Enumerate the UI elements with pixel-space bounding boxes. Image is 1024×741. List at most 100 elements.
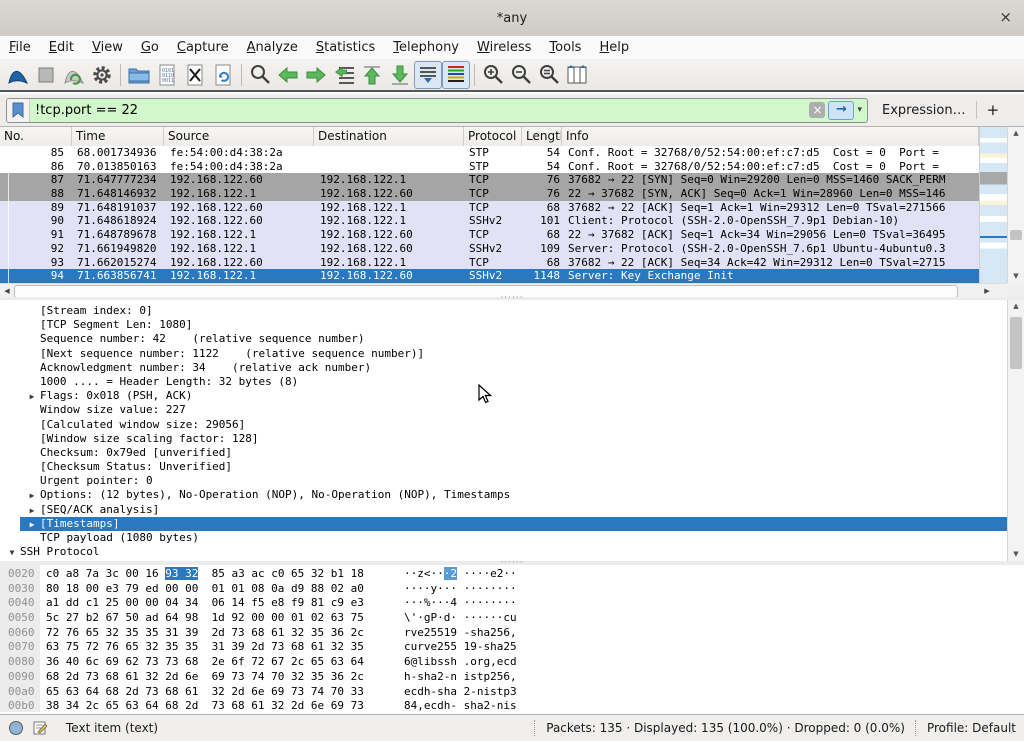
column-header-protocol[interactable]: Protocol: [464, 127, 522, 146]
menu-capture[interactable]: Capture: [168, 36, 238, 59]
column-header-no[interactable]: No.: [0, 127, 72, 146]
menu-file[interactable]: File: [0, 36, 40, 59]
hex-row-00a0[interactable]: 00a065 63 64 68 2d 73 68 61 32 2d 6e 69 …: [0, 685, 1024, 700]
restart-capture-button[interactable]: [60, 61, 88, 89]
column-header-info[interactable]: Info: [562, 127, 979, 146]
hex-row-0020[interactable]: 0020c0 a8 7a 3c 00 16 93 32 85 a3 ac c0 …: [0, 567, 1024, 582]
menu-telephony[interactable]: Telephony: [384, 36, 468, 59]
detail-line[interactable]: ▶Options: (12 bytes), No-Operation (NOP)…: [0, 488, 1007, 502]
column-header-source[interactable]: Source: [164, 127, 314, 146]
menu-edit[interactable]: Edit: [40, 36, 83, 59]
expert-info-icon[interactable]: [8, 720, 24, 736]
packet-row-87[interactable]: 8771.647777234192.168.122.60192.168.122.…: [0, 173, 979, 187]
detail-line[interactable]: [Checksum Status: Unverified]: [0, 460, 1007, 474]
detail-line[interactable]: [Stream index: 0]: [0, 304, 1007, 318]
detail-line[interactable]: Checksum: 0x79ed [unverified]: [0, 446, 1007, 460]
menu-statistics[interactable]: Statistics: [307, 36, 384, 59]
collapsed-arrow-icon[interactable]: ▶: [24, 504, 40, 518]
find-packet-button[interactable]: [246, 61, 274, 89]
packet-row-86[interactable]: 8670.013850163fe:54:00:d4:38:2aSTP54Conf…: [0, 160, 979, 174]
hex-row-00b0[interactable]: 00b038 34 2c 65 63 64 68 2d 73 68 61 32 …: [0, 699, 1024, 712]
packet-row-90[interactable]: 9071.648618924192.168.122.60192.168.122.…: [0, 214, 979, 228]
auto-scroll-button[interactable]: [414, 61, 442, 89]
hex-row-0050[interactable]: 00505c 27 b2 67 50 ad 64 98 1d 92 00 00 …: [0, 611, 1024, 626]
scroll-down-icon[interactable]: ▼: [1008, 548, 1024, 561]
detail-line[interactable]: ▶Flags: 0x018 (PSH, ACK): [0, 389, 1007, 403]
packet-list-vscrollbar[interactable]: ▲ ▼: [1007, 127, 1024, 283]
menu-tools[interactable]: Tools: [540, 36, 590, 59]
detail-line[interactable]: ▶[SEQ/ACK analysis]: [0, 503, 1007, 517]
filter-dropdown-caret-icon[interactable]: ▾: [857, 105, 862, 115]
capture-comment-icon[interactable]: [32, 720, 48, 736]
column-header-length[interactable]: Length: [522, 127, 562, 146]
hex-row-0090[interactable]: 009068 2d 73 68 61 32 2d 6e 69 73 74 70 …: [0, 670, 1024, 685]
scroll-right-icon[interactable]: ▶: [981, 285, 993, 297]
packet-row-89[interactable]: 8971.648191037192.168.122.60192.168.122.…: [0, 201, 979, 215]
detail-line[interactable]: Urgent pointer: 0: [0, 474, 1007, 488]
scroll-up-icon[interactable]: ▲: [1008, 127, 1024, 140]
go-first-packet-button[interactable]: [358, 61, 386, 89]
packet-row-85[interactable]: 8568.001734936fe:54:00:d4:38:2aSTP54Conf…: [0, 146, 979, 160]
zoom-out-button[interactable]: [507, 61, 535, 89]
column-header-time[interactable]: Time: [72, 127, 164, 146]
detail-line[interactable]: [Next sequence number: 1122 (relative se…: [0, 347, 1007, 361]
filter-clear-icon[interactable]: ×: [809, 102, 825, 118]
expanded-arrow-icon[interactable]: ▼: [4, 546, 20, 560]
hex-row-0080[interactable]: 008036 40 6c 69 62 73 73 68 2e 6f 72 67 …: [0, 655, 1024, 670]
packet-row-92[interactable]: 9271.661949820192.168.122.1192.168.122.6…: [0, 242, 979, 256]
collapsed-arrow-icon[interactable]: ▶: [24, 518, 40, 532]
close-file-button[interactable]: [181, 61, 209, 89]
detail-line[interactable]: [Window size scaling factor: 128]: [0, 432, 1007, 446]
packet-row-91[interactable]: 9171.648789678192.168.122.1192.168.122.6…: [0, 228, 979, 242]
stop-capture-button[interactable]: [32, 61, 60, 89]
zoom-in-button[interactable]: [479, 61, 507, 89]
go-to-packet-button[interactable]: [330, 61, 358, 89]
scroll-up-icon[interactable]: ▲: [1008, 300, 1024, 313]
expression-button[interactable]: Expression…: [882, 103, 966, 118]
display-filter-input[interactable]: !tcp.port == 22 × → ▾: [6, 98, 868, 123]
start-capture-button[interactable]: [4, 61, 32, 89]
save-file-button[interactable]: 010101100011: [153, 61, 181, 89]
detail-line[interactable]: Acknowledgment number: 34 (relative ack …: [0, 361, 1007, 375]
hex-row-0060[interactable]: 006072 76 65 32 35 35 31 39 2d 73 68 61 …: [0, 626, 1024, 641]
hex-row-0040[interactable]: 0040a1 dd c1 25 00 00 04 34 06 14 f5 e8 …: [0, 596, 1024, 611]
window-close-icon[interactable]: ×: [999, 8, 1012, 26]
go-back-button[interactable]: [274, 61, 302, 89]
title-bar[interactable]: *any ×: [0, 0, 1024, 36]
scroll-left-icon[interactable]: ◀: [1, 285, 13, 297]
detail-line[interactable]: 1000 .... = Header Length: 32 bytes (8): [0, 375, 1007, 389]
filter-apply-icon[interactable]: →: [828, 101, 854, 120]
filter-text[interactable]: !tcp.port == 22: [30, 103, 809, 118]
filter-bookmark-icon[interactable]: [7, 99, 30, 122]
colorize-button[interactable]: [442, 61, 470, 89]
scrollbar-thumb[interactable]: [1010, 230, 1022, 240]
column-header-destination[interactable]: Destination: [314, 127, 464, 146]
hex-row-0070[interactable]: 007063 75 72 76 65 32 35 35 31 39 2d 73 …: [0, 640, 1024, 655]
menu-wireless[interactable]: Wireless: [468, 36, 540, 59]
detail-line[interactable]: TCP payload (1080 bytes): [0, 531, 1007, 545]
collapsed-arrow-icon[interactable]: ▶: [24, 489, 40, 503]
packet-row-94[interactable]: 9471.663856741192.168.122.1192.168.122.6…: [0, 269, 979, 283]
resize-columns-button[interactable]: [563, 61, 591, 89]
packet-row-88[interactable]: 8871.648146932192.168.122.1192.168.122.6…: [0, 187, 979, 201]
scrollbar-thumb[interactable]: [1010, 317, 1022, 369]
menu-analyze[interactable]: Analyze: [238, 36, 307, 59]
scroll-down-icon[interactable]: ▼: [1008, 270, 1024, 283]
menu-help[interactable]: Help: [590, 36, 638, 59]
hex-row-0030[interactable]: 003080 18 00 e3 79 ed 00 00 01 01 08 0a …: [0, 582, 1024, 597]
packet-row-93[interactable]: 9371.662015274192.168.122.60192.168.122.…: [0, 256, 979, 270]
status-profile[interactable]: Profile: Default: [927, 721, 1016, 735]
detail-line[interactable]: ▶[Timestamps]: [20, 517, 1007, 531]
details-vscrollbar[interactable]: ▲ ▼: [1007, 300, 1024, 561]
detail-line[interactable]: Sequence number: 42 (relative sequence n…: [0, 332, 1007, 346]
go-last-packet-button[interactable]: [386, 61, 414, 89]
reload-file-button[interactable]: [209, 61, 237, 89]
open-file-button[interactable]: [125, 61, 153, 89]
go-forward-button[interactable]: [302, 61, 330, 89]
intelligent-scrollbar-minimap[interactable]: [979, 127, 1008, 283]
detail-line[interactable]: Window size value: 227: [0, 403, 1007, 417]
filter-add-button[interactable]: +: [987, 101, 1000, 119]
menu-view[interactable]: View: [83, 36, 132, 59]
zoom-reset-button[interactable]: [535, 61, 563, 89]
collapsed-arrow-icon[interactable]: ▶: [24, 390, 40, 404]
